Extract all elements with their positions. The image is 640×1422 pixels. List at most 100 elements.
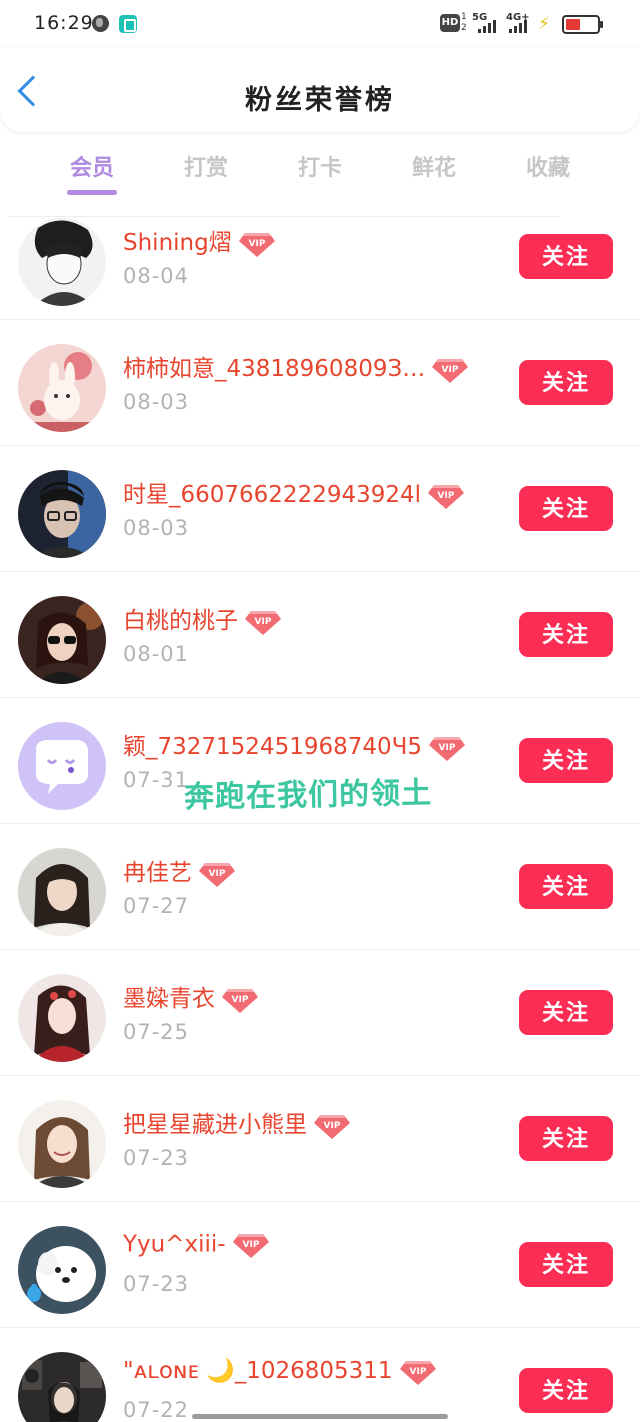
tab-favorites[interactable]: 收藏 [493, 150, 603, 182]
tab-members[interactable]: 会员 [37, 150, 147, 182]
follow-button[interactable]: 关注 [519, 990, 613, 1035]
home-indicator[interactable] [192, 1414, 448, 1419]
follow-button[interactable]: 关注 [519, 612, 613, 657]
follow-button[interactable]: 关注 [519, 1116, 613, 1161]
svg-text:VIP: VIP [248, 239, 265, 249]
vip-badge-icon: VIP [399, 1358, 437, 1386]
member-nickname: "ᴀʟᴏɴᴇ 🌙_1026805311 VIP [123, 1357, 437, 1386]
status-bar: 16:29 HD 12 5G 4G+ ⚡ [0, 0, 640, 48]
member-nickname: Yyu^xiii- VIP [123, 1231, 270, 1259]
member-row[interactable]: 柿柿如意_43818960809З… VIP 08-03 关注 [0, 320, 640, 446]
signal-bars-icon-2 [509, 20, 527, 33]
avatar[interactable] [18, 1226, 106, 1314]
avatar[interactable] [18, 1352, 106, 1422]
tab-bar: 会员 打赏 打卡 鲜花 收藏 [0, 142, 640, 198]
svg-text:VIP: VIP [409, 1367, 426, 1377]
tab-checkin[interactable]: 打卡 [265, 150, 375, 182]
header-bar: 粉丝荣誉榜 [0, 48, 640, 132]
status-time: 16:29 [34, 12, 94, 34]
member-nickname: 冉佳艺 VIP [123, 853, 236, 888]
member-date: 08-03 [123, 516, 190, 540]
signal-bars-icon [478, 20, 496, 33]
avatar[interactable] [18, 722, 106, 810]
member-nickname: 时星_6607662222943924l VIP [123, 475, 465, 510]
tab-flowers[interactable]: 鲜花 [379, 150, 489, 182]
member-date: 07-22 [123, 1398, 190, 1422]
member-date: 07-25 [123, 1020, 190, 1044]
nickname-text: Yyu^xiii- [123, 1231, 226, 1258]
hd-sim-numbers: 12 [461, 12, 467, 33]
member-nickname: 颖_7327152451968740Ч5 VIP [123, 727, 466, 762]
svg-text:VIP: VIP [438, 491, 455, 501]
member-nickname: 把星星藏进小熊里 VIP [123, 1105, 351, 1140]
nickname-text: 墨媣青衣 [123, 986, 215, 1012]
app-notification-icon [119, 15, 137, 33]
avatar[interactable] [18, 974, 106, 1062]
avatar[interactable] [18, 1100, 106, 1188]
avatar[interactable] [18, 344, 106, 432]
avatar[interactable] [18, 848, 106, 936]
follow-button[interactable]: 关注 [519, 1368, 613, 1413]
vip-badge-icon: VIP [428, 734, 466, 762]
nickname-text: 颖_7327152451968740Ч5 [123, 734, 423, 760]
member-row[interactable]: 把星星藏进小熊里 VIP 07-23 关注 [0, 1076, 640, 1202]
member-row[interactable]: Shining熠 VIP 08-04 关注 [0, 216, 640, 320]
member-row[interactable]: 墨媣青衣 VIP 07-25 关注 [0, 950, 640, 1076]
follow-button[interactable]: 关注 [519, 360, 613, 405]
avatar[interactable] [18, 470, 106, 558]
svg-text:VIP: VIP [324, 1121, 341, 1131]
vip-badge-icon: VIP [198, 860, 236, 888]
member-list: Shining熠 VIP 08-04 关注 柿柿如意_43818960809З… VIP 0… [0, 216, 640, 1422]
svg-text:VIP: VIP [442, 365, 459, 375]
svg-text:VIP: VIP [242, 1240, 259, 1250]
tab-tips[interactable]: 打赏 [151, 150, 261, 182]
member-row[interactable]: 白桃的桃子 VIP 08-01 关注 [0, 572, 640, 698]
nickname-text: "ᴀʟᴏɴᴇ 🌙_1026805311 [123, 1358, 393, 1384]
member-row[interactable]: 冉佳艺 VIP 07-27 关注 [0, 824, 640, 950]
follow-button[interactable]: 关注 [519, 234, 613, 279]
battery-icon [562, 15, 603, 34]
vip-badge-icon: VIP [221, 986, 259, 1014]
vip-badge-icon: VIP [238, 230, 276, 258]
vip-badge-icon: VIP [313, 1112, 351, 1140]
member-nickname: 柿柿如意_43818960809З… VIP [123, 349, 469, 384]
vip-badge-icon: VIP [232, 1231, 270, 1259]
avatar[interactable] [18, 218, 106, 306]
member-nickname: 白桃的桃子 VIP [123, 601, 282, 636]
nickname-text: 时星_6607662222943924l [123, 482, 422, 508]
svg-text:VIP: VIP [209, 869, 226, 879]
follow-button[interactable]: 关注 [519, 1242, 613, 1287]
page-title: 粉丝荣誉榜 [245, 85, 395, 116]
nickname-text: Shining熠 [123, 230, 232, 256]
member-row[interactable]: Yyu^xiii- VIP 07-23 关注 [0, 1202, 640, 1328]
avatar[interactable] [18, 596, 106, 684]
member-row[interactable]: 时星_6607662222943924l VIP 08-03 关注 [0, 446, 640, 572]
vip-badge-icon: VIP [244, 608, 282, 636]
vip-badge-icon: VIP [427, 482, 465, 510]
follow-button[interactable]: 关注 [519, 486, 613, 531]
follow-button[interactable]: 关注 [519, 864, 613, 909]
member-nickname: Shining熠 VIP [123, 223, 276, 258]
follow-button[interactable]: 关注 [519, 738, 613, 783]
member-nickname: 墨媣青衣 VIP [123, 979, 259, 1014]
member-date: 08-03 [123, 390, 190, 414]
hd-badge: HD [440, 14, 460, 32]
nickname-text: 柿柿如意_43818960809З… [123, 356, 426, 382]
svg-text:VIP: VIP [255, 617, 272, 627]
charging-bolt-icon: ⚡ [538, 14, 550, 34]
nickname-text: 白桃的桃子 [123, 608, 238, 634]
nickname-text: 冉佳艺 [123, 860, 192, 886]
member-row[interactable]: "ᴀʟᴏɴᴇ 🌙_1026805311 VIP 07-22 关注 [0, 1328, 640, 1422]
active-tab-indicator [67, 190, 117, 195]
member-date: 07-27 [123, 894, 190, 918]
member-date: 07-23 [123, 1272, 190, 1296]
svg-text:VIP: VIP [232, 995, 249, 1005]
vip-badge-icon: VIP [431, 356, 469, 384]
member-date: 07-23 [123, 1146, 190, 1170]
watermark-text: 奔跑在我们的领土 [183, 775, 433, 816]
nickname-text: 把星星藏进小熊里 [123, 1112, 307, 1138]
svg-text:VIP: VIP [439, 743, 456, 753]
member-date: 07-31 [123, 768, 190, 792]
member-date: 08-04 [123, 264, 190, 288]
member-date: 08-01 [123, 642, 190, 666]
